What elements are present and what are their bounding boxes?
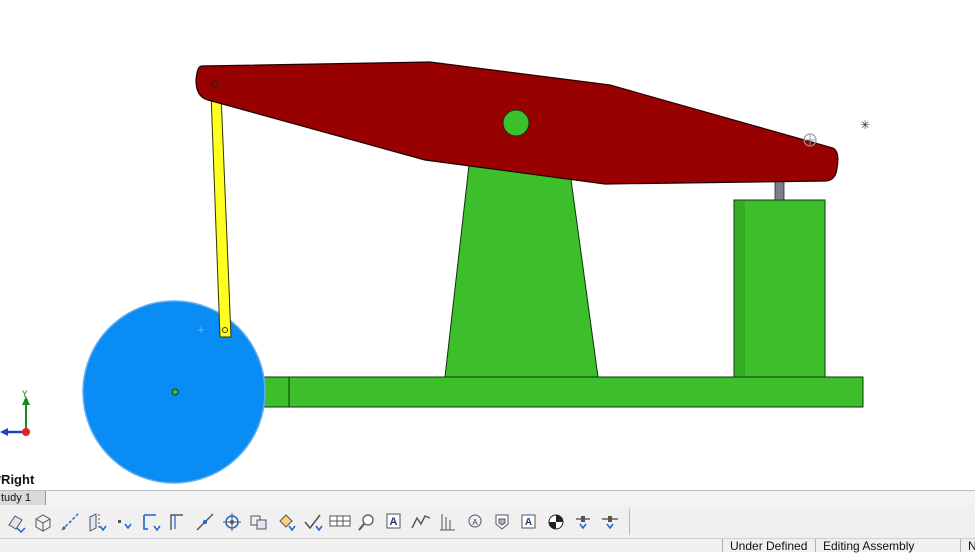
sketch-button[interactable]	[137, 509, 164, 536]
status-divider	[815, 539, 816, 552]
insert-component-icon	[248, 511, 270, 533]
line-button[interactable]	[164, 509, 191, 536]
mate-icon	[5, 511, 27, 533]
datum-target-button[interactable]: A	[515, 509, 542, 536]
origin-marker-icon: ✳	[860, 118, 870, 132]
insert-component-button[interactable]	[245, 509, 272, 536]
assembly-scene[interactable]: + ✳ Y	[0, 0, 975, 490]
point-icon	[113, 511, 135, 533]
toolbar-separator	[629, 509, 630, 535]
tank-shade	[735, 201, 745, 376]
bill-of-materials-icon	[328, 511, 352, 533]
smart-dimension-button[interactable]	[56, 509, 83, 536]
piston-rod[interactable]	[774, 180, 785, 201]
check-icon	[302, 511, 324, 533]
svg-text:A: A	[472, 518, 478, 527]
tab-motion-study-1[interactable]: tudy 1	[0, 491, 46, 505]
surface-finish-button[interactable]	[407, 509, 434, 536]
centerline-button[interactable]	[596, 509, 623, 536]
flywheel-center-icon	[171, 388, 179, 396]
svg-text:A: A	[389, 516, 397, 528]
center-mark-icon	[572, 511, 594, 533]
view-triad[interactable]: Y	[0, 390, 30, 436]
centerline-icon	[599, 511, 621, 533]
geometric-tolerance-button[interactable]: A	[461, 509, 488, 536]
view-orientation-label: *Right	[0, 472, 35, 487]
reference-geometry-icon	[86, 511, 108, 533]
note-icon: A	[383, 511, 405, 533]
base-plate[interactable]	[288, 376, 864, 408]
tower[interactable]	[444, 164, 599, 378]
paint-bucket-button[interactable]	[272, 509, 299, 536]
point-button[interactable]	[110, 509, 137, 536]
datum-feature-button[interactable]	[434, 509, 461, 536]
note-button[interactable]: A	[380, 509, 407, 536]
zoom-button[interactable]	[353, 509, 380, 536]
center-mark-button[interactable]	[569, 509, 596, 536]
appearance-button[interactable]	[542, 509, 569, 536]
mate-button[interactable]	[2, 509, 29, 536]
tank[interactable]	[733, 199, 826, 378]
appearance-icon	[545, 511, 567, 533]
motion-study-tabs: tudy 1	[0, 490, 975, 507]
status-divider	[722, 539, 723, 552]
linear-pattern-button[interactable]	[29, 509, 56, 536]
center-of-mass-button[interactable]	[218, 509, 245, 536]
linear-pattern-icon	[32, 511, 54, 533]
construction-line-icon	[194, 511, 216, 533]
smart-dimension-icon	[59, 511, 81, 533]
datum-feature-icon	[437, 511, 459, 533]
flywheel-origin-icon: +	[197, 325, 205, 336]
connecting-rod[interactable]	[210, 92, 232, 338]
graphics-viewport[interactable]: + ✳ Y *Right	[0, 0, 975, 490]
status-bar: Under Defined Editing Assembly N	[0, 538, 975, 552]
shaded-icon	[491, 511, 513, 533]
line-icon	[167, 511, 189, 533]
triad-label-y: Y	[21, 390, 28, 400]
command-toolbar: A A A	[0, 506, 975, 538]
paint-bucket-icon	[275, 511, 297, 533]
center-of-mass-icon	[221, 511, 243, 533]
bill-of-materials-button[interactable]	[326, 509, 353, 536]
construction-line-button[interactable]	[191, 509, 218, 536]
check-button[interactable]	[299, 509, 326, 536]
status-mode: Editing Assembly	[823, 539, 915, 553]
beam-pivot[interactable]	[502, 109, 530, 137]
svg-text:A: A	[524, 517, 531, 528]
shaded-button[interactable]	[488, 509, 515, 536]
sketch-icon	[140, 511, 162, 533]
datum-target-icon: A	[518, 511, 540, 533]
status-definition: Under Defined	[730, 539, 808, 553]
geometric-tolerance-icon: A	[464, 511, 486, 533]
status-divider	[960, 539, 961, 552]
reference-geometry-button[interactable]	[83, 509, 110, 536]
surface-finish-icon	[410, 511, 432, 533]
status-units[interactable]: N	[968, 540, 975, 552]
zoom-icon	[356, 511, 378, 533]
